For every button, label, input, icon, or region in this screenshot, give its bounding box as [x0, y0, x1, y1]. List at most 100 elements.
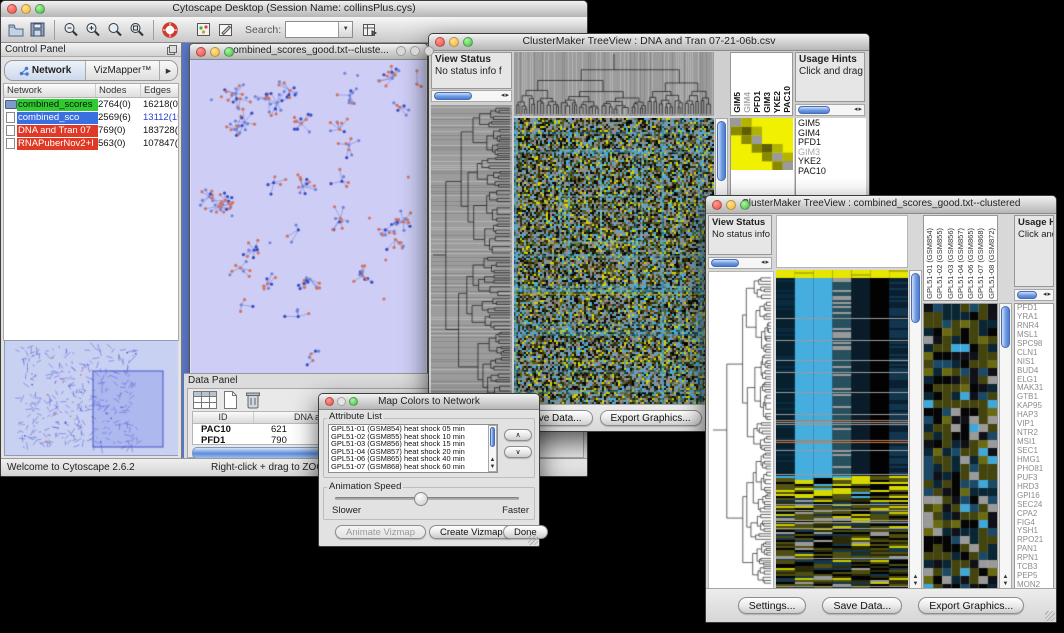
treeview-action-button[interactable]: Save Data...	[822, 597, 902, 614]
import-table-icon[interactable]	[359, 19, 381, 41]
zoom-column-label: GPL51-06 (GSM865)	[966, 228, 976, 299]
treeview1-title-bar[interactable]: ClusterMaker TreeView : DNA and Tran 07-…	[429, 34, 869, 51]
attribute-item[interactable]: GPL51-06 (GSM865) heat shock 40 min	[329, 455, 497, 463]
treeview1-column-dendrogram[interactable]	[514, 52, 714, 116]
network-table-row[interactable]: combined_sco 2569(6) 13112(15)	[4, 111, 178, 124]
animation-speed-slider-thumb[interactable]	[414, 492, 428, 506]
attribute-item[interactable]: GPL51-02 (GSM855) heat shock 10 min	[329, 433, 497, 441]
close-button[interactable]	[435, 37, 445, 47]
window-controls[interactable]	[435, 37, 473, 47]
treeview-action-button[interactable]: Export Graphics...	[918, 597, 1024, 614]
zoom-selected-icon[interactable]	[104, 19, 126, 41]
treeview2-vertical-scrollbar[interactable]: ▲▼	[909, 270, 922, 589]
treeview1-zoom-heatmap[interactable]	[731, 118, 793, 170]
zoom-button[interactable]	[463, 37, 473, 47]
search-dropdown-arrow[interactable]: ▼	[338, 22, 352, 37]
close-button[interactable]	[396, 46, 406, 56]
treeview1-global-heatmap[interactable]	[514, 118, 714, 405]
move-attribute-up-button[interactable]: ∧	[504, 429, 532, 441]
faster-label: Faster	[502, 505, 529, 516]
tab-vizmapper[interactable]: VizMapper™	[86, 61, 160, 80]
treeview2-global-heatmap[interactable]	[776, 270, 908, 589]
network-tab-icon	[19, 66, 29, 76]
window-controls-inactive[interactable]	[396, 46, 434, 56]
attribute-items: GPL51-01 (GSM854) heat shock 05 minGPL51…	[329, 425, 497, 471]
close-button[interactable]	[325, 397, 334, 406]
network-overview-thumbnail[interactable]	[5, 341, 178, 455]
treeview2-content: View Status No status info f ◂▸ ▲▼ GPL51…	[706, 213, 1056, 589]
network-overview-panel[interactable]	[4, 340, 178, 456]
minimize-button[interactable]	[210, 47, 220, 57]
attribute-item[interactable]: GPL51-01 (GSM854) heat shock 05 min	[329, 425, 497, 433]
zoom-button[interactable]	[740, 200, 750, 210]
zoom-column-label: GPL51-04 (GSM857)	[956, 228, 966, 299]
window-controls[interactable]	[7, 4, 45, 14]
main-title-bar[interactable]: Cytoscape Desktop (Session Name: collins…	[1, 1, 587, 18]
control-panel-header: Control Panel	[1, 43, 181, 57]
resize-grip[interactable]	[528, 535, 538, 545]
float-panel-icon[interactable]	[167, 45, 177, 60]
treeview1-hints-scrollbar[interactable]: ◂▸	[795, 104, 865, 116]
attribute-item[interactable]: GPL51-07 (GSM868) heat shock 60 min	[329, 463, 497, 471]
treeview2-button-bar: Settings... Save Data... Export Graphics..…	[706, 588, 1056, 622]
tab-overflow-arrow[interactable]: ▶	[160, 61, 177, 80]
treeview-action-button[interactable]: Settings...	[738, 597, 807, 614]
minimize-button[interactable]	[726, 200, 736, 210]
zoom-button[interactable]	[424, 46, 434, 56]
treeview1-status-scrollbar[interactable]: ◂▸	[431, 90, 512, 102]
window-controls[interactable]	[325, 397, 358, 406]
save-icon[interactable]	[27, 19, 49, 41]
create-vizmap-button[interactable]: Create Vizmap	[429, 525, 514, 539]
treeview-action-button[interactable]: Export Graphics...	[600, 410, 702, 426]
tab-network[interactable]: Network	[5, 61, 86, 80]
treeview2-zoom-view[interactable]	[923, 303, 998, 589]
treeview2-hints-scrollbar[interactable]: ◂▸	[1014, 289, 1054, 301]
attribute-item[interactable]: GPL51-03 (GSM856) heat shock 15 min	[329, 440, 497, 448]
search-input[interactable]: ▼	[285, 21, 353, 38]
treeview2-row-dendrogram-panel[interactable]	[708, 271, 774, 589]
plugin-manager-icon[interactable]	[193, 19, 215, 41]
close-button[interactable]	[712, 200, 722, 210]
zoom-fit-icon[interactable]	[126, 19, 148, 41]
close-button[interactable]	[7, 4, 17, 14]
minimize-button[interactable]	[337, 397, 346, 406]
window-controls[interactable]	[196, 47, 234, 57]
zoom-button[interactable]	[224, 47, 234, 57]
gene-row-label[interactable]: PAC10	[796, 167, 866, 177]
minimize-button[interactable]	[410, 46, 420, 56]
close-button[interactable]	[196, 47, 206, 57]
minimize-button[interactable]	[21, 4, 31, 14]
treeview2-row-dendrogram[interactable]	[709, 272, 773, 588]
move-attribute-down-button[interactable]: ∨	[504, 446, 532, 458]
attribute-list-scrollbar[interactable]: ▲▼	[488, 425, 497, 472]
animate-vizmap-button[interactable]: Animate Vizmap	[335, 525, 426, 539]
treeview1-title: ClusterMaker TreeView : DNA and Tran 07-…	[429, 35, 869, 47]
done-button[interactable]: Done	[503, 525, 548, 539]
network-view-canvas[interactable]	[191, 60, 426, 373]
network-list: Network Nodes Edges combined_scores 2764…	[3, 83, 179, 341]
attribute-item[interactable]: GPL51-04 (GSM857) heat shock 20 min	[329, 448, 497, 456]
dialog-title-bar[interactable]: Map Colors to Network	[319, 394, 539, 410]
window-controls[interactable]	[712, 200, 750, 210]
treeview2-column-dendrogram-area[interactable]	[776, 215, 908, 268]
treeview2-zoom-heatmap[interactable]	[924, 304, 997, 588]
treeview2-zoom-scrollbar[interactable]: ▲▼	[999, 303, 1012, 589]
network-table-row[interactable]: DNA and Tran 07 769(0) 183728(0)	[4, 124, 178, 137]
resize-grip[interactable]	[1045, 611, 1055, 621]
treeview2-title-bar[interactable]: ClusterMaker TreeView : combined_scores_…	[706, 196, 1056, 214]
network-table-row[interactable]: RNAPuberNov2+I 563(0) 107847(0)	[4, 137, 178, 150]
minimize-button[interactable]	[449, 37, 459, 47]
zoom-in-icon[interactable]	[82, 19, 104, 41]
attribute-listbox[interactable]: GPL51-01 (GSM854) heat shock 05 minGPL51…	[328, 424, 498, 473]
network-window1-title-bar[interactable]: combined_scores_good.txt--cluste...	[190, 44, 427, 60]
desktop: Cytoscape Desktop (Session Name: collins…	[0, 0, 1064, 633]
treeview1-row-dendrogram[interactable]	[431, 105, 512, 405]
open-file-icon[interactable]	[5, 19, 27, 41]
treeview2-status-scrollbar[interactable]: ◂▸	[708, 257, 772, 269]
zoom-button[interactable]	[349, 397, 358, 406]
help-lifering-icon[interactable]	[159, 19, 181, 41]
network-table-row[interactable]: combined_scores 2764(0) 16218(0)	[4, 98, 178, 111]
zoom-out-icon[interactable]	[60, 19, 82, 41]
zoom-button[interactable]	[35, 4, 45, 14]
annotation-icon[interactable]	[215, 19, 237, 41]
